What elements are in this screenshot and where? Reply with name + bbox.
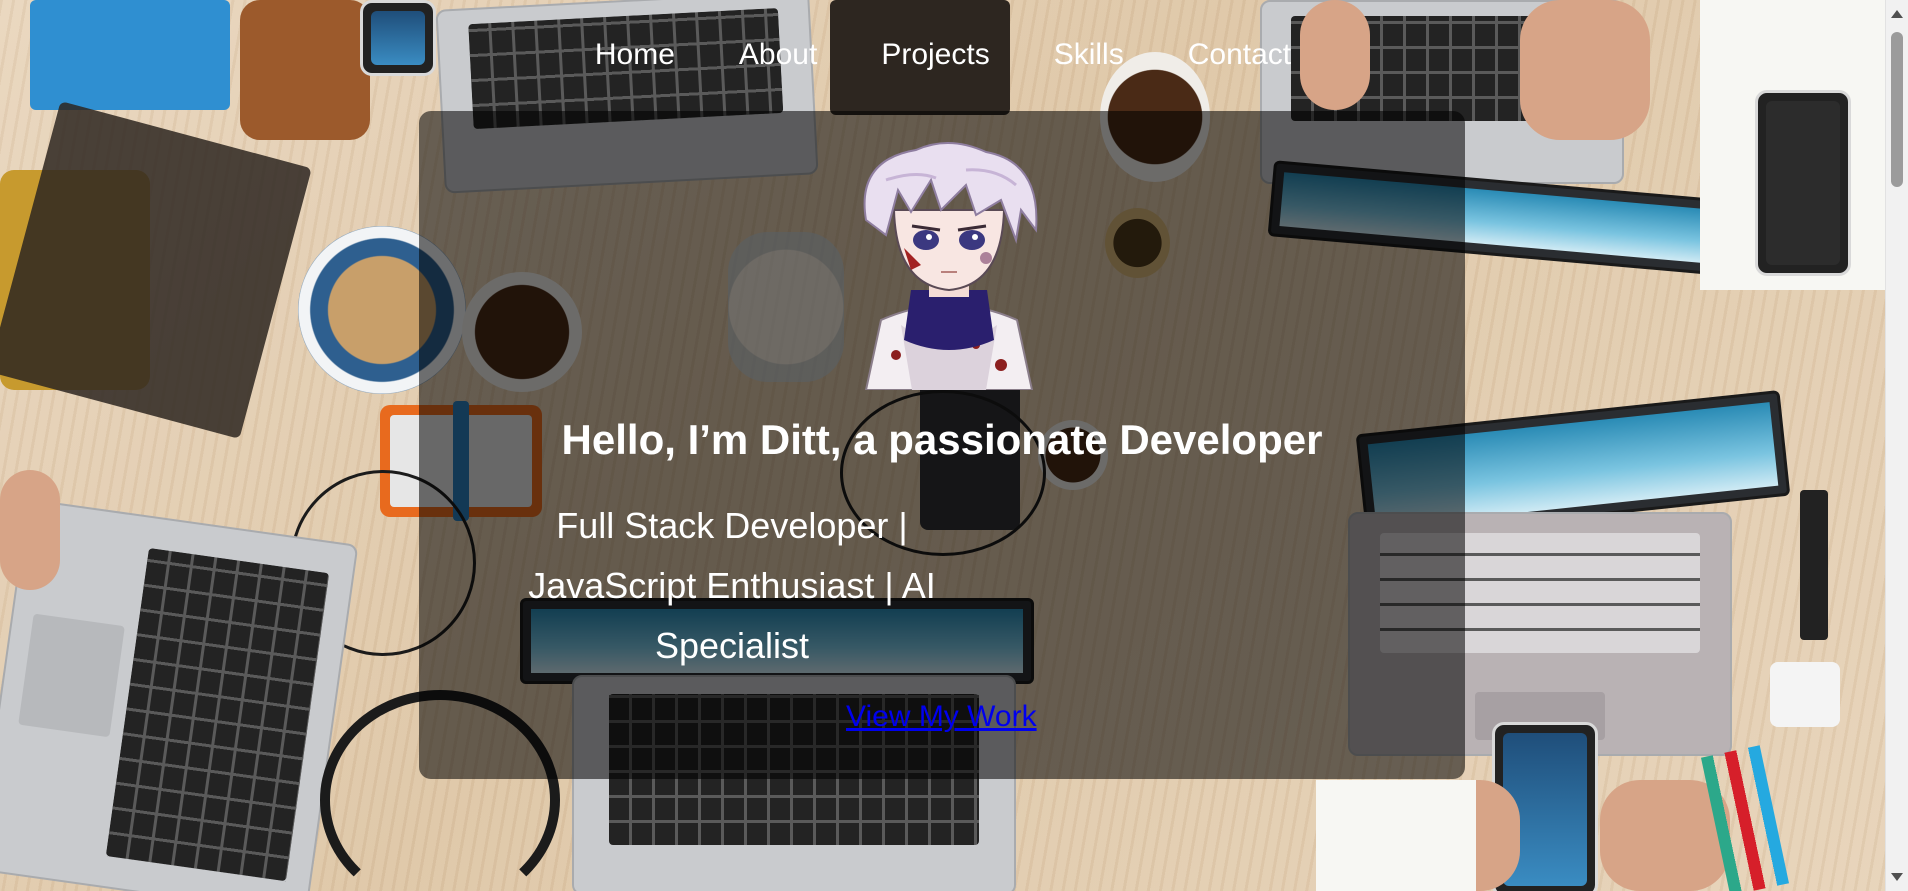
- scroll-down-arrow-icon[interactable]: [1891, 873, 1903, 881]
- scrollbar-thumb[interactable]: [1891, 32, 1903, 187]
- paper-bottom-right: [1316, 780, 1476, 891]
- nav-skills-link[interactable]: Skills: [1054, 30, 1124, 80]
- main-nav: Home About Projects Skills Contact: [0, 30, 1886, 80]
- hand-left: [0, 470, 60, 590]
- anime-avatar-icon: [863, 141, 1038, 390]
- hero-title: Hello, I’m Ditt, a passionate Developer: [561, 416, 1323, 463]
- view-my-work-link[interactable]: View My Work: [846, 700, 1037, 734]
- hero-subtitle: Full Stack Developer | JavaScript Enthus…: [528, 505, 936, 666]
- usb-adapter: [1770, 662, 1840, 727]
- nav-contact-link[interactable]: Contact: [1188, 30, 1291, 80]
- vertical-scrollbar[interactable]: [1885, 0, 1908, 891]
- usb-stick: [1800, 490, 1828, 640]
- phone-top-right: [1755, 90, 1851, 276]
- scroll-up-arrow-icon[interactable]: [1891, 10, 1903, 18]
- nav-projects-link[interactable]: Projects: [881, 30, 989, 80]
- nav-home-link[interactable]: Home: [595, 30, 675, 80]
- nav-about-link[interactable]: About: [739, 30, 817, 80]
